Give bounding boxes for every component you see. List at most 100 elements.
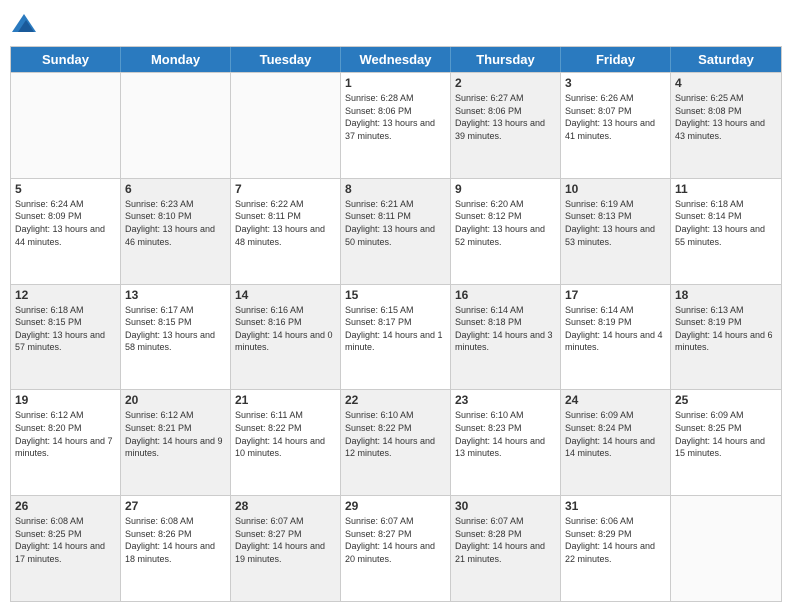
calendar-cell-day-9: 9 Sunrise: 6:20 AM Sunset: 8:12 PM Daylig… bbox=[451, 179, 561, 284]
day-number: 2 bbox=[455, 76, 556, 90]
calendar-cell-day-18: 18 Sunrise: 6:13 AM Sunset: 8:19 PM Dayli… bbox=[671, 285, 781, 390]
calendar-row-2: 5 Sunrise: 6:24 AM Sunset: 8:09 PM Daylig… bbox=[11, 178, 781, 284]
day-number: 20 bbox=[125, 393, 226, 407]
day-info: Sunrise: 6:10 AM Sunset: 8:22 PM Dayligh… bbox=[345, 409, 446, 459]
day-info: Sunrise: 6:14 AM Sunset: 8:18 PM Dayligh… bbox=[455, 304, 556, 354]
day-info: Sunrise: 6:10 AM Sunset: 8:23 PM Dayligh… bbox=[455, 409, 556, 459]
day-number: 11 bbox=[675, 182, 777, 196]
calendar-cell-day-10: 10Sunrise: 6:19 AM Sunset: 8:13 PM Dayli… bbox=[561, 179, 671, 284]
calendar-cell-day-1: 1Sunrise: 6:28 AM Sunset: 8:06 PM Daylig… bbox=[341, 73, 451, 178]
calendar-body: 1Sunrise: 6:28 AM Sunset: 8:06 PM Daylig… bbox=[11, 72, 781, 601]
day-number: 23 bbox=[455, 393, 556, 407]
day-number: 16 bbox=[455, 288, 556, 302]
calendar-cell-day-17: 17 Sunrise: 6:14 AM Sunset: 8:19 PM Dayli… bbox=[561, 285, 671, 390]
calendar-cell-day-14: 14 Sunrise: 6:16 AM Sunset: 8:16 PM Dayli… bbox=[231, 285, 341, 390]
logo-icon bbox=[10, 10, 38, 38]
day-info: Sunrise: 6:07 AM Sunset: 8:28 PM Dayligh… bbox=[455, 515, 556, 565]
day-number: 9 bbox=[455, 182, 556, 196]
header-cell-friday: Friday bbox=[561, 47, 671, 72]
calendar-cell-day-30: 30 Sunrise: 6:07 AM Sunset: 8:28 PM Dayli… bbox=[451, 496, 561, 601]
day-number: 17 bbox=[565, 288, 666, 302]
calendar-row-4: 19Sunrise: 6:12 AM Sunset: 8:20 PM Dayli… bbox=[11, 389, 781, 495]
calendar-cell-day-8: 8 Sunrise: 6:21 AM Sunset: 8:11 PM Daylig… bbox=[341, 179, 451, 284]
day-number: 18 bbox=[675, 288, 777, 302]
header-cell-thursday: Thursday bbox=[451, 47, 561, 72]
day-info: Sunrise: 6:25 AM Sunset: 8:08 PM Dayligh… bbox=[675, 92, 777, 142]
day-number: 4 bbox=[675, 76, 777, 90]
day-info: Sunrise: 6:13 AM Sunset: 8:19 PM Dayligh… bbox=[675, 304, 777, 354]
calendar-cell-day-15: 15 Sunrise: 6:15 AM Sunset: 8:17 PM Dayli… bbox=[341, 285, 451, 390]
day-number: 31 bbox=[565, 499, 666, 513]
calendar-cell-day-16: 16 Sunrise: 6:14 AM Sunset: 8:18 PM Dayli… bbox=[451, 285, 561, 390]
calendar-cell-empty bbox=[231, 73, 341, 178]
day-info: Sunrise: 6:26 AM Sunset: 8:07 PM Dayligh… bbox=[565, 92, 666, 142]
day-info: Sunrise: 6:14 AM Sunset: 8:19 PM Dayligh… bbox=[565, 304, 666, 354]
day-info: Sunrise: 6:11 AM Sunset: 8:22 PM Dayligh… bbox=[235, 409, 336, 459]
calendar-cell-day-7: 7Sunrise: 6:22 AM Sunset: 8:11 PM Daylig… bbox=[231, 179, 341, 284]
day-info: Sunrise: 6:16 AM Sunset: 8:16 PM Dayligh… bbox=[235, 304, 336, 354]
day-info: Sunrise: 6:28 AM Sunset: 8:06 PM Dayligh… bbox=[345, 92, 446, 142]
day-number: 5 bbox=[15, 182, 116, 196]
day-number: 6 bbox=[125, 182, 226, 196]
day-info: Sunrise: 6:08 AM Sunset: 8:26 PM Dayligh… bbox=[125, 515, 226, 565]
calendar-header: SundayMondayTuesdayWednesdayThursdayFrid… bbox=[11, 47, 781, 72]
day-number: 28 bbox=[235, 499, 336, 513]
calendar-cell-day-22: 22 Sunrise: 6:10 AM Sunset: 8:22 PM Dayli… bbox=[341, 390, 451, 495]
calendar-cell-day-6: 6Sunrise: 6:23 AM Sunset: 8:10 PM Daylig… bbox=[121, 179, 231, 284]
calendar-cell-day-25: 25 Sunrise: 6:09 AM Sunset: 8:25 PM Dayli… bbox=[671, 390, 781, 495]
day-number: 25 bbox=[675, 393, 777, 407]
day-info: Sunrise: 6:17 AM Sunset: 8:15 PM Dayligh… bbox=[125, 304, 226, 354]
day-number: 8 bbox=[345, 182, 446, 196]
header-cell-tuesday: Tuesday bbox=[231, 47, 341, 72]
calendar-cell-empty bbox=[121, 73, 231, 178]
page: SundayMondayTuesdayWednesdayThursdayFrid… bbox=[0, 0, 792, 612]
calendar-cell-day-28: 28 Sunrise: 6:07 AM Sunset: 8:27 PM Dayli… bbox=[231, 496, 341, 601]
calendar-cell-day-21: 21Sunrise: 6:11 AM Sunset: 8:22 PM Dayli… bbox=[231, 390, 341, 495]
calendar-cell-empty bbox=[11, 73, 121, 178]
day-number: 24 bbox=[565, 393, 666, 407]
calendar-cell-day-5: 5 Sunrise: 6:24 AM Sunset: 8:09 PM Daylig… bbox=[11, 179, 121, 284]
calendar-cell-day-24: 24 Sunrise: 6:09 AM Sunset: 8:24 PM Dayli… bbox=[561, 390, 671, 495]
day-number: 14 bbox=[235, 288, 336, 302]
calendar-row-5: 26 Sunrise: 6:08 AM Sunset: 8:25 PM Dayli… bbox=[11, 495, 781, 601]
calendar-cell-day-23: 23 Sunrise: 6:10 AM Sunset: 8:23 PM Dayli… bbox=[451, 390, 561, 495]
header-cell-monday: Monday bbox=[121, 47, 231, 72]
header-cell-saturday: Saturday bbox=[671, 47, 781, 72]
calendar-cell-day-29: 29Sunrise: 6:07 AM Sunset: 8:27 PM Dayli… bbox=[341, 496, 451, 601]
day-info: Sunrise: 6:09 AM Sunset: 8:25 PM Dayligh… bbox=[675, 409, 777, 459]
header-cell-wednesday: Wednesday bbox=[341, 47, 451, 72]
calendar-cell-day-12: 12Sunrise: 6:18 AM Sunset: 8:15 PM Dayli… bbox=[11, 285, 121, 390]
day-info: Sunrise: 6:27 AM Sunset: 8:06 PM Dayligh… bbox=[455, 92, 556, 142]
header-cell-sunday: Sunday bbox=[11, 47, 121, 72]
calendar-cell-day-27: 27Sunrise: 6:08 AM Sunset: 8:26 PM Dayli… bbox=[121, 496, 231, 601]
calendar: SundayMondayTuesdayWednesdayThursdayFrid… bbox=[10, 46, 782, 602]
day-info: Sunrise: 6:21 AM Sunset: 8:11 PM Dayligh… bbox=[345, 198, 446, 248]
day-number: 30 bbox=[455, 499, 556, 513]
day-info: Sunrise: 6:08 AM Sunset: 8:25 PM Dayligh… bbox=[15, 515, 116, 565]
calendar-cell-day-3: 3 Sunrise: 6:26 AM Sunset: 8:07 PM Daylig… bbox=[561, 73, 671, 178]
calendar-cell-day-4: 4 Sunrise: 6:25 AM Sunset: 8:08 PM Daylig… bbox=[671, 73, 781, 178]
calendar-cell-empty bbox=[671, 496, 781, 601]
calendar-cell-day-20: 20 Sunrise: 6:12 AM Sunset: 8:21 PM Dayli… bbox=[121, 390, 231, 495]
day-number: 19 bbox=[15, 393, 116, 407]
calendar-cell-day-13: 13 Sunrise: 6:17 AM Sunset: 8:15 PM Dayli… bbox=[121, 285, 231, 390]
calendar-cell-day-2: 2 Sunrise: 6:27 AM Sunset: 8:06 PM Daylig… bbox=[451, 73, 561, 178]
day-info: Sunrise: 6:09 AM Sunset: 8:24 PM Dayligh… bbox=[565, 409, 666, 459]
day-info: Sunrise: 6:07 AM Sunset: 8:27 PM Dayligh… bbox=[235, 515, 336, 565]
day-number: 12 bbox=[15, 288, 116, 302]
day-info: Sunrise: 6:12 AM Sunset: 8:21 PM Dayligh… bbox=[125, 409, 226, 459]
calendar-cell-day-31: 31Sunrise: 6:06 AM Sunset: 8:29 PM Dayli… bbox=[561, 496, 671, 601]
calendar-cell-day-19: 19Sunrise: 6:12 AM Sunset: 8:20 PM Dayli… bbox=[11, 390, 121, 495]
calendar-cell-day-26: 26 Sunrise: 6:08 AM Sunset: 8:25 PM Dayli… bbox=[11, 496, 121, 601]
day-number: 3 bbox=[565, 76, 666, 90]
day-number: 13 bbox=[125, 288, 226, 302]
day-info: Sunrise: 6:07 AM Sunset: 8:27 PM Dayligh… bbox=[345, 515, 446, 565]
day-number: 22 bbox=[345, 393, 446, 407]
day-info: Sunrise: 6:24 AM Sunset: 8:09 PM Dayligh… bbox=[15, 198, 116, 248]
day-number: 26 bbox=[15, 499, 116, 513]
day-number: 7 bbox=[235, 182, 336, 196]
day-number: 15 bbox=[345, 288, 446, 302]
day-info: Sunrise: 6:18 AM Sunset: 8:14 PM Dayligh… bbox=[675, 198, 777, 248]
day-info: Sunrise: 6:20 AM Sunset: 8:12 PM Dayligh… bbox=[455, 198, 556, 248]
day-info: Sunrise: 6:15 AM Sunset: 8:17 PM Dayligh… bbox=[345, 304, 446, 354]
